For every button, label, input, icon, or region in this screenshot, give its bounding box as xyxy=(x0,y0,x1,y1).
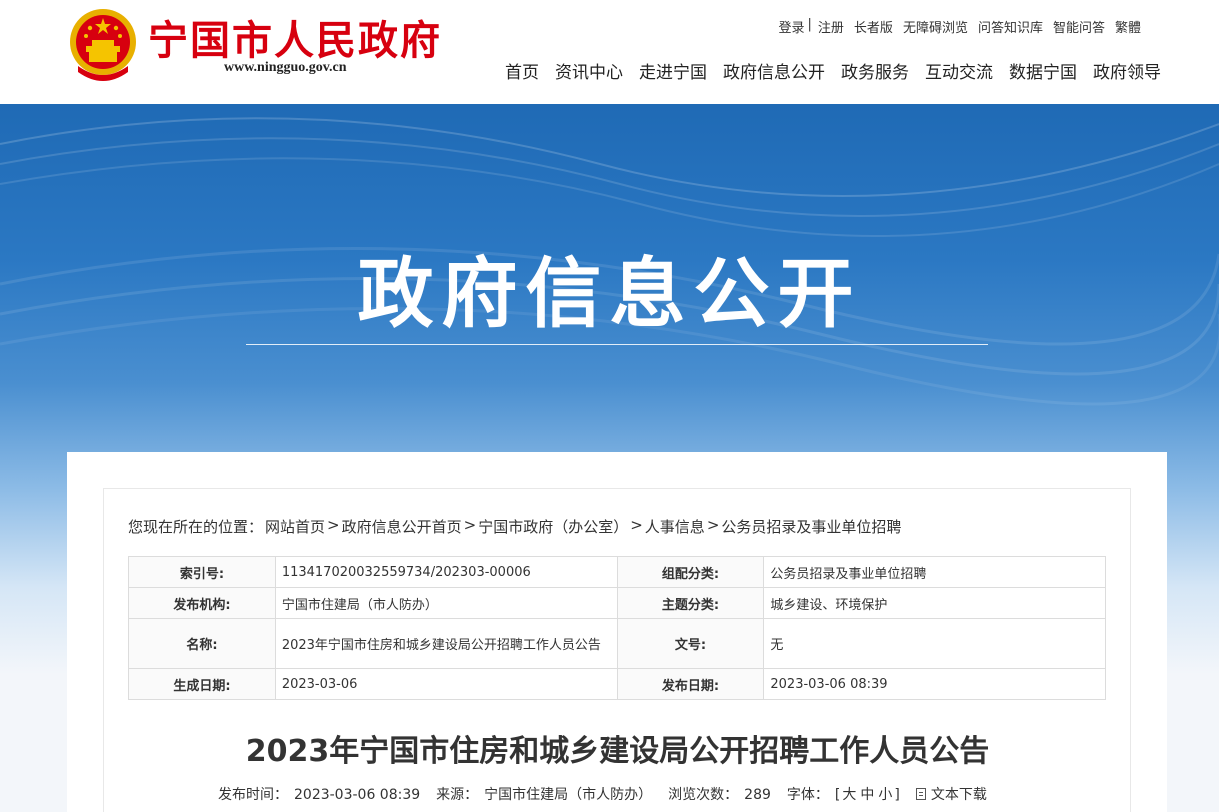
source-label: 来源： xyxy=(436,787,479,803)
smart-qa-link[interactable]: 智能问答 xyxy=(1053,17,1105,36)
breadcrumb-sep: > xyxy=(630,516,643,534)
article-meta: 发布时间： 2023-03-06 08:39 来源： 宁国市住建局（市人防办） 浏览… xyxy=(218,784,1003,804)
top-links: 登录 | 注册 长者版 无障碍浏览 问答知识库 智能问答 繁體 xyxy=(769,17,1142,36)
table-row: 索引号: 11341702003255973​4/202303-00006 组配… xyxy=(128,556,1106,588)
meta-key: 名称: xyxy=(128,618,276,669)
meta-key: 文号: xyxy=(616,618,765,669)
table-row: 生成日期: 2023-03-06 发布日期: 2023-03-06 08:39 xyxy=(128,668,1106,700)
banner-divider xyxy=(246,344,988,345)
publish-time: 发布时间： 2023-03-06 08:39 xyxy=(218,784,420,804)
publish-time-value: 2023-03-06 08:39 xyxy=(294,787,421,803)
login-link[interactable]: 登录 xyxy=(779,17,805,36)
national-emblem-icon xyxy=(70,9,136,81)
meta-value: 2023年宁国市住房和城乡建设局公开招聘工作人员公告 xyxy=(274,618,618,669)
accessibility-link[interactable]: 无障碍浏览 xyxy=(903,17,968,36)
font-size-small[interactable]: 小 xyxy=(878,787,892,803)
font-size-large[interactable]: 大 xyxy=(842,787,856,803)
traditional-chinese-link[interactable]: 繁體 xyxy=(1115,17,1141,36)
banner-title: 政府信息公开 xyxy=(357,249,862,338)
breadcrumb-sep: > xyxy=(327,516,340,534)
text-download-label: 文本下载 xyxy=(930,787,987,803)
breadcrumb-info-home[interactable]: 政府信息公开首页 xyxy=(342,516,462,537)
meta-value: 城乡建设、环境保护 xyxy=(763,587,1106,619)
nav-data[interactable]: 数据宁国 xyxy=(1009,58,1077,83)
meta-key: 发布机构: xyxy=(128,587,276,619)
meta-value: 11341702003255973​4/202303-00006 xyxy=(274,556,618,588)
site-url: www.ningguo.gov.cn xyxy=(224,60,347,75)
breadcrumb: 您现在所在的位置： 网站首页 > 政府信息公开首页 > 宁国市政府（办公室） > 人事… xyxy=(128,516,903,537)
article-title: 2023年宁国市住房和城乡建设局公开招聘工作人员公告 xyxy=(245,734,990,769)
view-count-value: 289 xyxy=(744,787,771,803)
meta-key: 索引号: xyxy=(128,556,276,588)
meta-key: 生成日期: xyxy=(128,668,276,700)
breadcrumb-sep: > xyxy=(706,516,720,534)
meta-key: 主题分类: xyxy=(616,587,765,619)
breadcrumb-office[interactable]: 宁国市政府（办公室） xyxy=(478,516,628,537)
text-download-button[interactable]: 文本下载 xyxy=(915,784,987,804)
nav-services[interactable]: 政务服务 xyxy=(841,58,909,83)
nav-news[interactable]: 资讯中心 xyxy=(555,58,623,83)
nav-about[interactable]: 走进宁国 xyxy=(639,58,707,83)
qa-knowledge-link[interactable]: 问答知识库 xyxy=(978,17,1043,36)
meta-key: 发布日期: xyxy=(616,668,765,700)
meta-key: 组配分类: xyxy=(616,556,765,588)
breadcrumb-recruitment[interactable]: 公务员招录及事业单位招聘 xyxy=(721,516,901,537)
document-meta-table: 索引号: 11341702003255973​4/202303-00006 组配… xyxy=(128,556,1106,700)
font-size-bracket-open: [ xyxy=(834,787,841,803)
publish-time-label: 发布时间： xyxy=(218,787,288,803)
font-size-control: 字体： [大中小] xyxy=(787,784,900,804)
site-title[interactable]: 宁国市人民政府 xyxy=(148,8,442,66)
top-separator: | xyxy=(807,17,812,32)
nav-leaders[interactable]: 政府领导 xyxy=(1093,58,1161,83)
nav-interaction[interactable]: 互动交流 xyxy=(925,58,993,83)
table-row: 名称: 2023年宁国市住房和城乡建设局公开招聘工作人员公告 文号: 无 xyxy=(128,618,1106,669)
breadcrumb-sep: > xyxy=(463,516,477,534)
main-nav: 首页 资讯中心 走进宁国 政府信息公开 政务服务 互动交流 数据宁国 政府领导 xyxy=(489,58,1161,83)
view-count-label: 浏览次数： xyxy=(668,787,739,803)
source-value: 宁国市住建局（市人防办） xyxy=(484,787,653,803)
font-size-medium[interactable]: 中 xyxy=(860,787,874,803)
register-link[interactable]: 注册 xyxy=(818,17,844,36)
meta-value: 无 xyxy=(763,618,1106,669)
nav-home[interactable]: 首页 xyxy=(505,58,539,83)
elder-mode-link[interactable]: 长者版 xyxy=(854,17,893,36)
meta-value: 宁国市住建局（市人防办） xyxy=(274,587,618,619)
font-size-label: 字体： xyxy=(786,787,829,803)
document-icon xyxy=(915,788,926,800)
nav-info-disclosure[interactable]: 政府信息公开 xyxy=(723,58,825,83)
breadcrumb-prefix: 您现在所在的位置： xyxy=(128,518,264,536)
meta-value: 2023-03-06 xyxy=(274,668,618,700)
view-count: 浏览次数： 289 xyxy=(668,784,771,804)
meta-value: 2023-03-06 08:39 xyxy=(763,668,1106,700)
source: 来源： 宁国市住建局（市人防办） xyxy=(436,784,652,804)
meta-value: 公务员招录及事业单位招聘 xyxy=(763,556,1106,588)
font-size-bracket-close: ] xyxy=(894,787,900,803)
breadcrumb-personnel[interactable]: 人事信息 xyxy=(645,516,705,537)
breadcrumb-home[interactable]: 网站首页 xyxy=(265,516,325,537)
site-header: 宁国市人民政府 www.ningguo.gov.cn 登录 | 注册 长者版 无… xyxy=(0,0,1219,104)
table-row: 发布机构: 宁国市住建局（市人防办） 主题分类: 城乡建设、环境保护 xyxy=(128,587,1106,619)
